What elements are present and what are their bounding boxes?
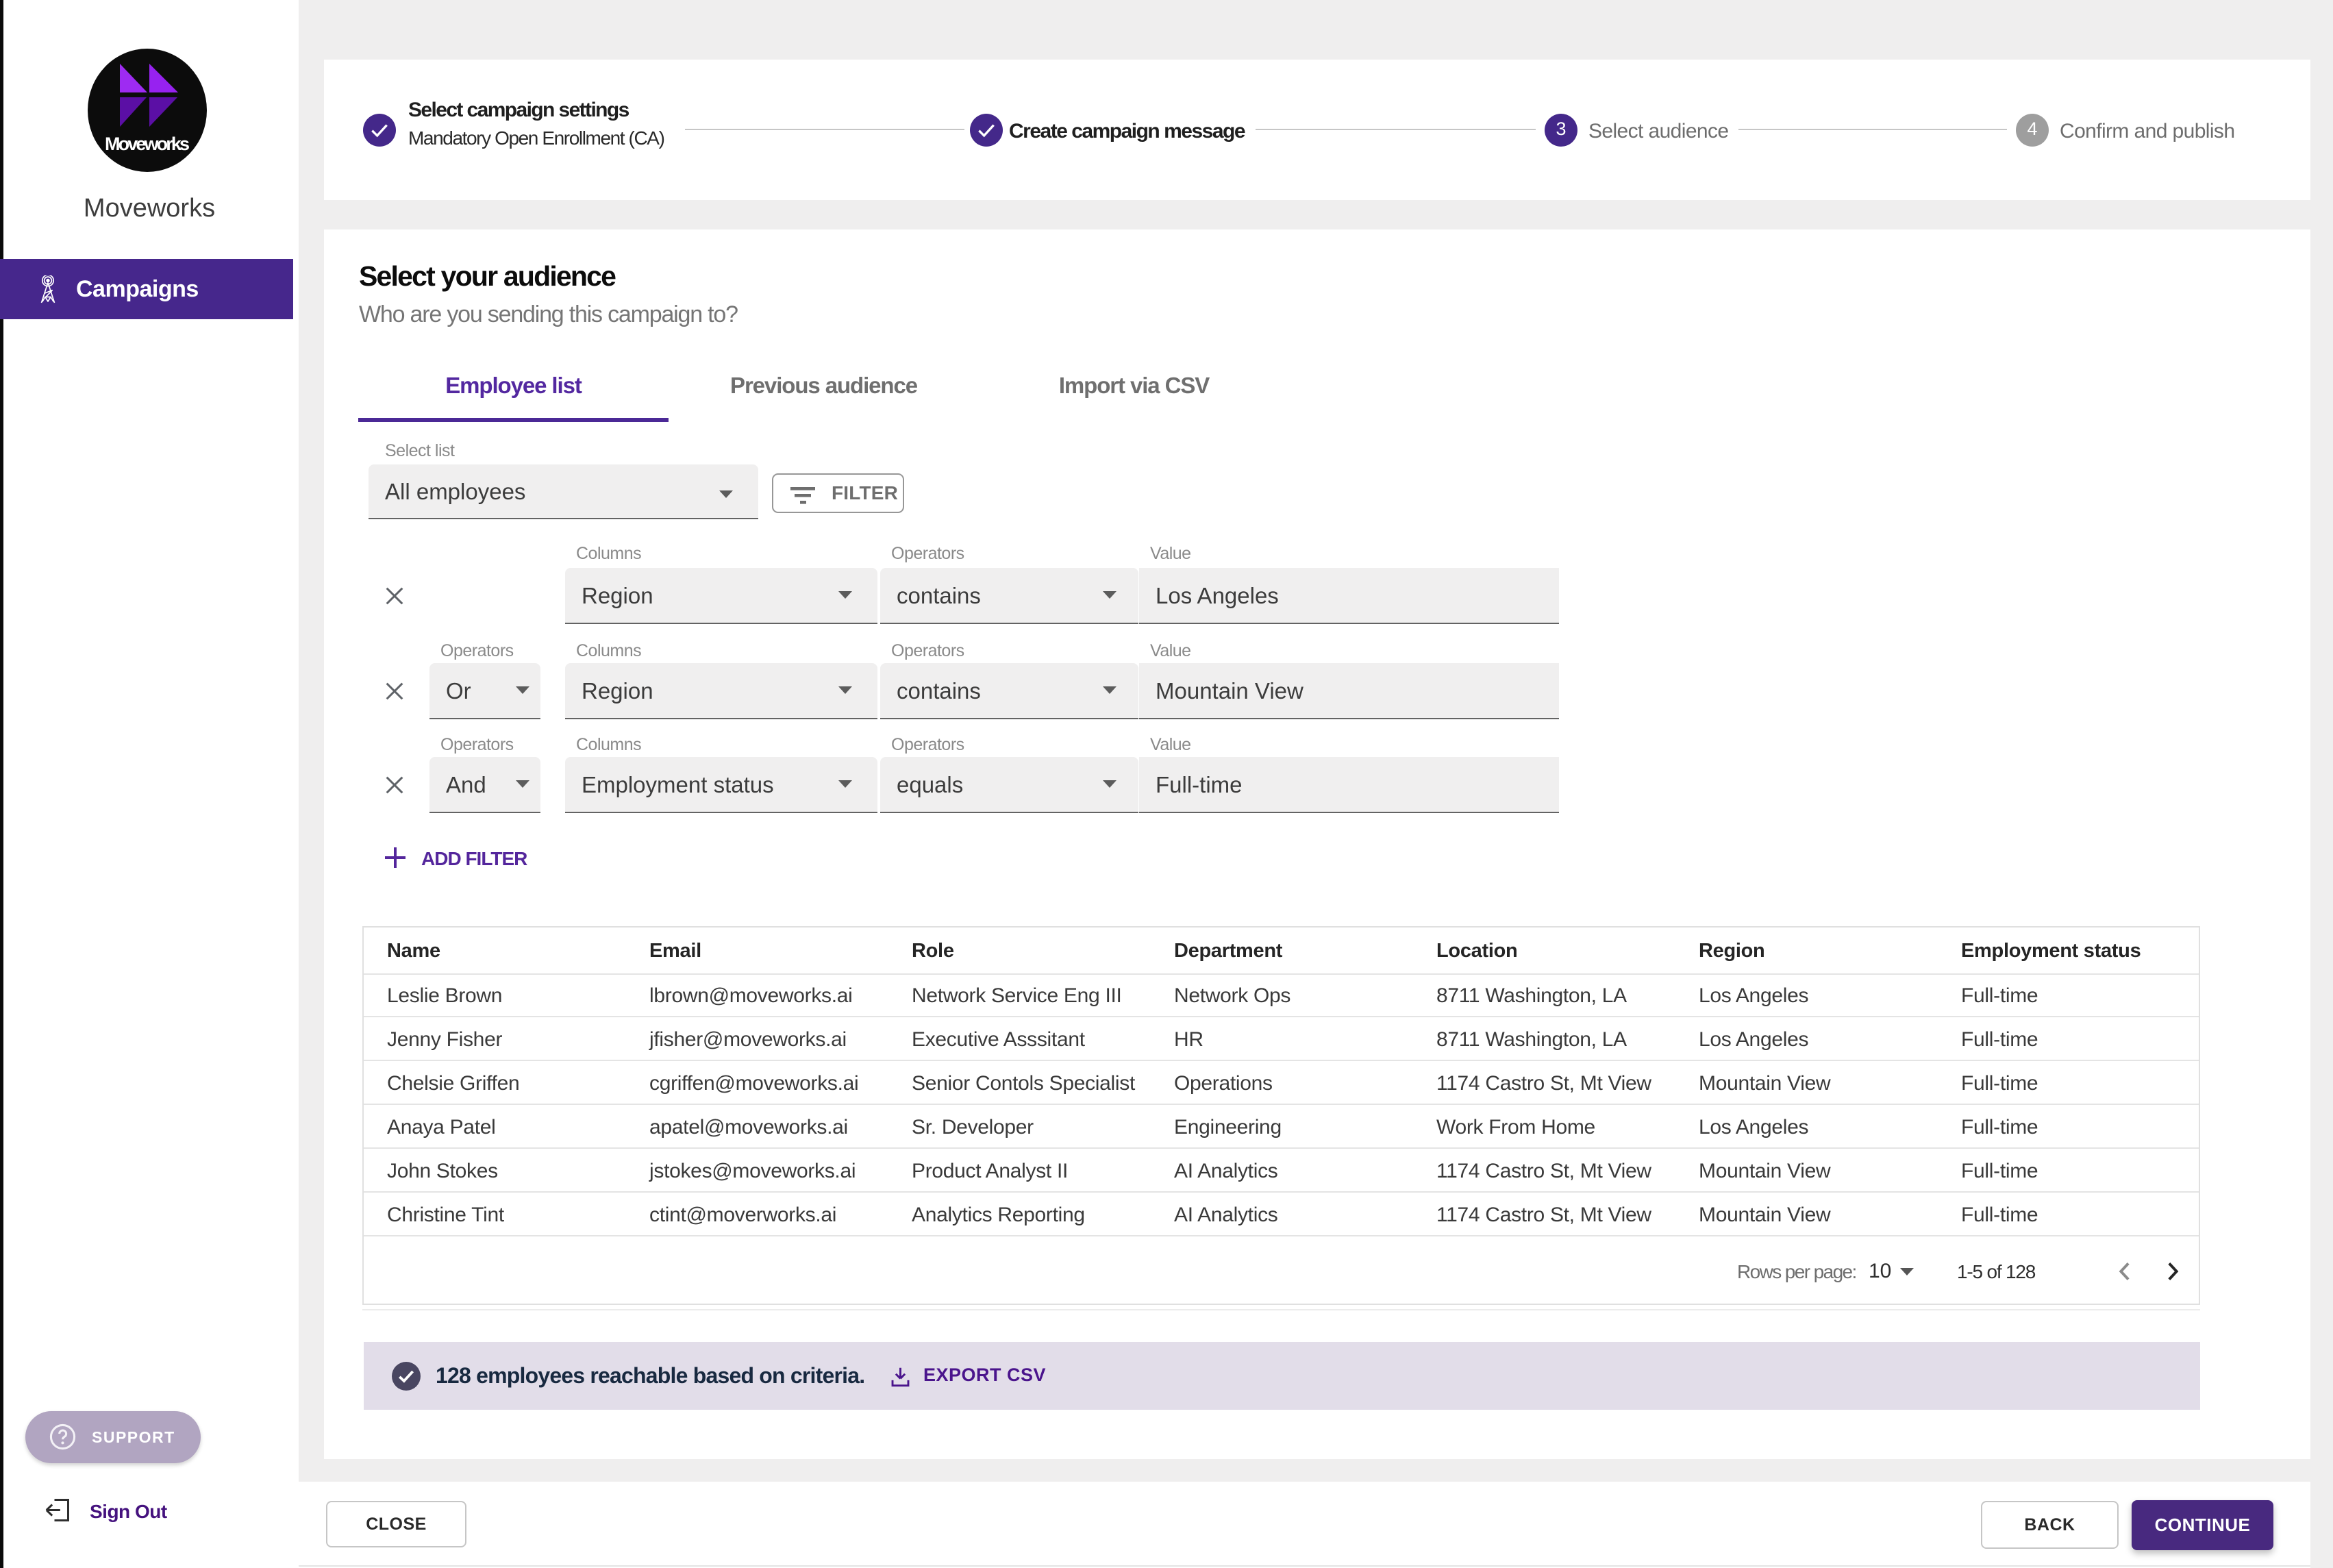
svg-text:Moveworks: Moveworks [105,134,190,154]
